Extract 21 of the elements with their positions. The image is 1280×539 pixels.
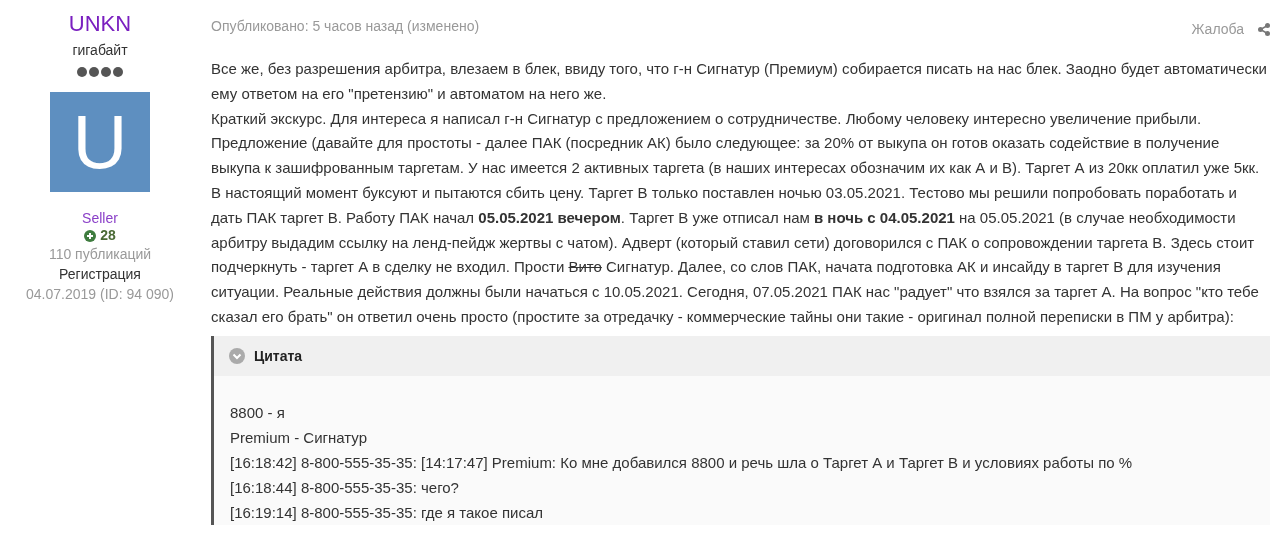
post-paragraph: Все же, без разрешения арбитра, влезаем в блек, ввиду того, что г-н Сигнатур (Премиум) собирается писать на нас блек. Заодно будет автоматически ему ответом на его "претензию" и автоматом на него же.: [211, 59, 1268, 104]
quote-line: 8800 - я: [230, 402, 286, 423]
user-group: Seller: [82, 210, 118, 227]
post-count: 110 публикаций: [48, 245, 152, 264]
chevron-icon: [229, 347, 245, 364]
quote-line: Premium - Сигнатур: [230, 427, 369, 448]
post-date: Опубликовано: 5 часов назад (изменено): [211, 18, 480, 34]
rank-dots-icon: [77, 67, 123, 77]
quote-title: Цитата: [254, 347, 303, 364]
plus-icon: [84, 229, 97, 242]
registration-date: 04.07.2019 (ID: 94 090): [26, 285, 174, 304]
share-icon[interactable]: [1258, 22, 1270, 36]
quote-line: [16:18:42] 8-800-555-35-35: [14:17:47] Premium: Ко мне добавился 8800 и речь шла о Таргет А и Таргет В и условиях работы по %: [230, 452, 1134, 473]
reputation-count: 28: [100, 227, 116, 244]
registration-label: Регистрация: [59, 265, 141, 284]
quote-line: [16:19:14] 8-800-555-35-35: где я такое писал: [230, 502, 545, 523]
author-rank: гигабайт: [72, 41, 128, 60]
post-paragraph: Краткий экскурс. Для интереса я написал г-н Сигнатур с предложением о сотрудничестве. Любому человеку интересно увеличение прибыли. Предложение (давайте для простоты - далее ПАК (посредник АК) было следующее: за 20% от выкупа он готов оказать содействие в получение выкупа к зашифрованным таргетам. У нас имеется 2 активных таргета (в наших интересах обозначим их как А и В). Таргет А из 20кк оплатил уже 5кк. В настоящий момент буксуют и пытаются сбить цену. Таргет В только поставлен ночью 03.05.2021. Тестово мы решили попробовать поработать и дать ПАК таргет В. Работу ПАК начал 05.05.2021 вечером. Таргет В уже отписал нам в ночь с 04.05.2021 на 05.05.2021 (в случае необходимости арбитру выдадим ссылку на ленд-пейдж жертвы с чатом). Адверт (который ставил сети) договорился с ПАК о сопровождении таргета В. Здесь стоит подчеркнуть - таргет А в сделку не входил. Прости Вито Сигнатур. Далее, со слов ПАК, начата подготовка АК и инсайду в таргет В для изучения ситуации. Реальные действия должны были начаться с 10.05.2021. Сегодня, 07.05.2021 ПАК нас "радует" что взялся за таргет А. На вопрос "кто тебе сказал его брать" он ответил очень просто (простите за отредачку - коммерческие тайны они такие - оригинал полной переписки в ПМ у арбитра):: [211, 108, 1261, 327]
quote-line: [16:18:44] 8-800-555-35-35: чего?: [230, 477, 460, 498]
quote-header[interactable]: Цитата: [214, 335, 1270, 376]
author-name[interactable]: UNKN: [68, 10, 132, 38]
